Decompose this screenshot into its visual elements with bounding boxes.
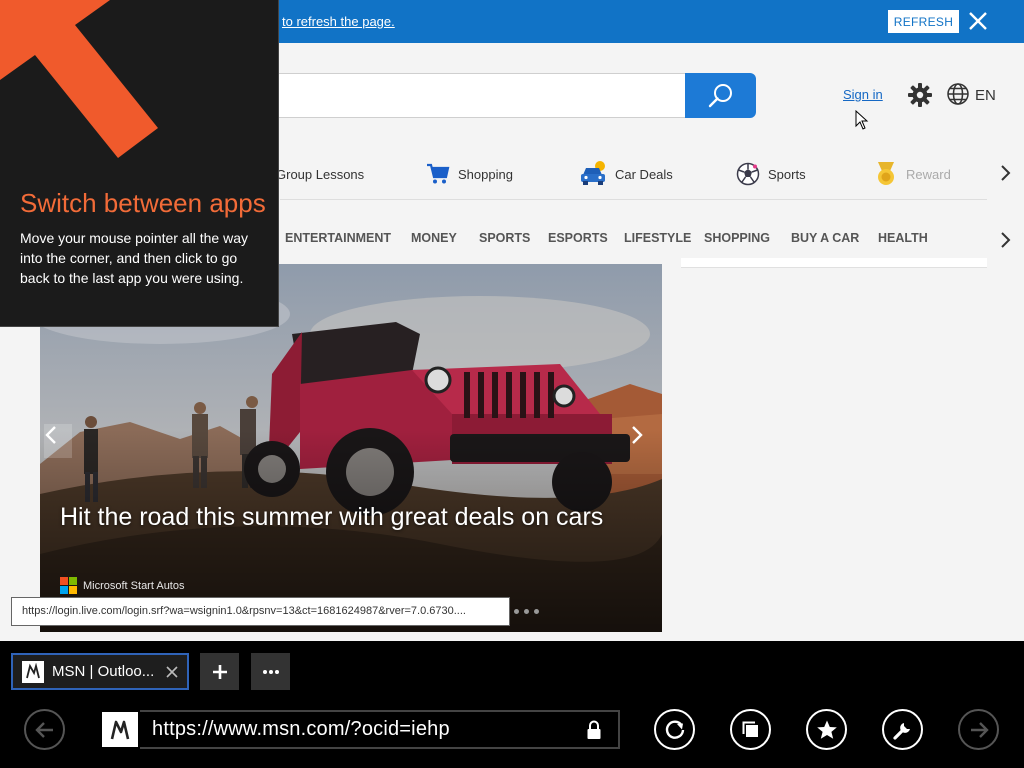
quick-links-next-icon[interactable] <box>999 163 1013 183</box>
nav-entertainment[interactable]: ENTERTAINMENT <box>285 231 391 245</box>
quick-link-sports[interactable]: Sports <box>736 160 806 188</box>
search-input[interactable] <box>270 73 686 118</box>
quick-link-rewards[interactable]: Rewards <box>874 160 950 188</box>
car-icon <box>580 161 607 187</box>
carousel-dots[interactable] <box>514 609 539 614</box>
favorites-button[interactable] <box>806 709 847 750</box>
page-tools-button[interactable] <box>882 709 923 750</box>
address-bar[interactable]: https://www.msn.com/?ocid=iehp <box>100 710 620 749</box>
switch-apps-description: Move your mouse pointer all the way into… <box>20 230 248 286</box>
right-panel-card <box>681 258 987 268</box>
back-arrow-icon <box>34 721 53 738</box>
search-icon <box>708 83 732 107</box>
tabs-view-button[interactable] <box>730 709 771 750</box>
carousel-next-icon[interactable] <box>630 424 658 458</box>
refresh-notice-link[interactable]: to refresh the page. <box>282 14 395 29</box>
plus-icon <box>212 664 227 679</box>
mouse-cursor-icon <box>855 110 869 130</box>
divider <box>280 199 987 200</box>
site-favicon-icon <box>100 710 140 749</box>
new-tab-button[interactable] <box>200 653 239 690</box>
nav-shopping[interactable]: SHOPPING <box>704 231 770 245</box>
nav-health[interactable]: HEALTH <box>878 231 928 245</box>
search-button[interactable] <box>685 73 756 118</box>
hero-source: Microsoft Start Autos <box>60 577 184 594</box>
sign-in-link[interactable]: Sign in <box>843 87 883 102</box>
switch-apps-tip[interactable]: Switch between apps Move your mouse poin… <box>0 0 279 327</box>
browser-tab[interactable]: MSN | Outloo... <box>11 653 189 690</box>
quick-link-shopping[interactable]: Shopping <box>426 160 513 188</box>
tab-options-button[interactable] <box>251 653 290 690</box>
status-url-tooltip: https://login.live.com/login.srf?wa=wsig… <box>11 597 510 626</box>
forward-button[interactable] <box>958 709 999 750</box>
categories-next-icon[interactable] <box>999 230 1013 250</box>
quick-link-car-deals[interactable]: Car Deals <box>580 160 673 188</box>
shopping-cart-icon <box>426 163 450 185</box>
msn-favicon-icon <box>22 660 44 683</box>
globe-icon[interactable] <box>946 82 970 106</box>
switch-apps-title: Switch between apps <box>20 188 266 218</box>
address-text[interactable]: https://www.msn.com/?ocid=iehp <box>152 718 586 741</box>
refresh-page-button[interactable] <box>654 709 695 750</box>
nav-money[interactable]: MONEY <box>411 231 457 245</box>
back-button[interactable] <box>24 709 65 750</box>
nav-sports[interactable]: SPORTS <box>479 231 530 245</box>
nav-lifestyle[interactable]: LIFESTYLE <box>624 231 691 245</box>
tabs-icon <box>742 721 758 737</box>
notification-close-icon[interactable] <box>966 8 990 34</box>
corner-arrow-icon <box>0 0 158 158</box>
refresh-icon <box>665 720 684 739</box>
medal-icon <box>874 161 898 187</box>
star-icon <box>816 720 837 739</box>
soccer-ball-icon <box>736 162 760 186</box>
quick-link-group-lessons[interactable]: Group Lessons <box>276 160 364 188</box>
refresh-button[interactable]: REFRESH <box>888 10 959 33</box>
tab-title: MSN | Outloo... <box>52 663 155 680</box>
more-icon <box>262 669 279 674</box>
nav-buy-a-car[interactable]: BUY A CAR <box>791 231 859 245</box>
tab-close-icon[interactable] <box>161 665 183 678</box>
lock-icon[interactable] <box>586 720 602 740</box>
forward-arrow-icon <box>970 721 989 738</box>
language-selector[interactable]: EN <box>975 87 996 104</box>
nav-esports[interactable]: ESPORTS <box>548 231 608 245</box>
carousel-prev-icon[interactable] <box>44 424 72 458</box>
microsoft-logo-icon <box>60 577 77 594</box>
hero-headline[interactable]: Hit the road this summer with great deal… <box>60 500 650 534</box>
wrench-icon <box>892 722 910 740</box>
gear-icon[interactable] <box>907 82 933 108</box>
